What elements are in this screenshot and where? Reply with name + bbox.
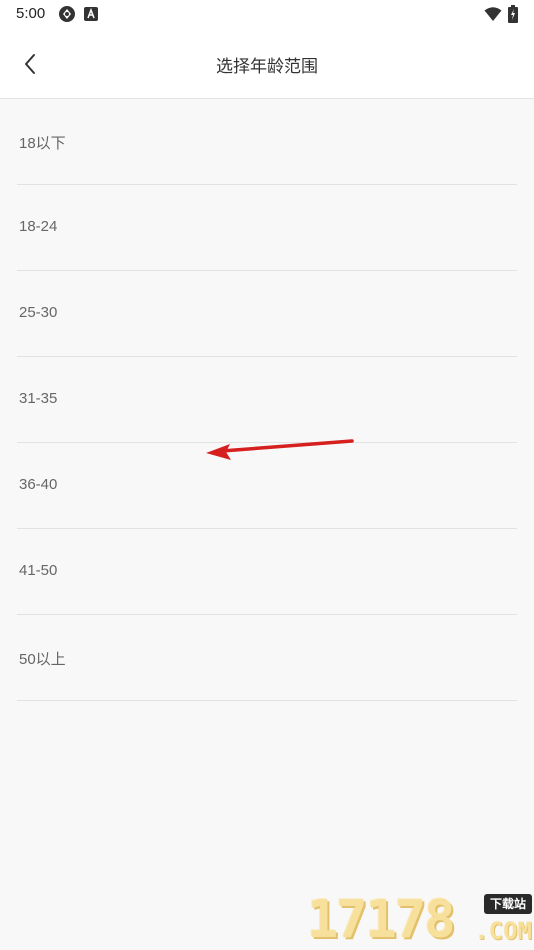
header-bar: 选择年龄范围 [0, 30, 534, 99]
status-system-icons [484, 5, 518, 28]
battery-icon [508, 5, 518, 28]
age-range-option[interactable]: 25-30 [17, 271, 517, 357]
age-range-option[interactable]: 41-50 [17, 529, 517, 615]
age-range-label: 25-30 [19, 304, 58, 321]
age-range-option[interactable]: 31-35 [17, 357, 517, 443]
watermark-digits: 17178 [307, 890, 456, 950]
age-range-label: 18以下 [19, 135, 66, 152]
watermark-logo: 17178 下载站 .COM [307, 892, 532, 948]
status-bar: 5:00 [0, 0, 534, 30]
app-notification-icon [84, 7, 98, 26]
age-range-label: 18-24 [19, 218, 58, 235]
wifi-icon [484, 6, 502, 27]
sync-icon [58, 5, 76, 28]
annotation-arrow-icon [206, 439, 354, 460]
age-range-label: 36-40 [19, 476, 58, 493]
age-range-label: 41-50 [19, 562, 58, 579]
watermark-suffix: .COM [474, 917, 532, 945]
age-range-option[interactable]: 18以下 [17, 99, 517, 185]
age-range-list: 18以下 18-24 25-30 31-35 36-40 41-50 50以上 [0, 99, 534, 701]
age-range-option[interactable]: 18-24 [17, 185, 517, 271]
age-range-option[interactable]: 50以上 [17, 615, 517, 701]
page-title: 选择年龄范围 [216, 57, 318, 76]
age-range-label: 31-35 [19, 390, 58, 407]
status-notification-icons [58, 5, 98, 28]
status-time: 5:00 [16, 5, 46, 22]
age-range-label: 50以上 [19, 651, 66, 668]
watermark-badge: 下载站 [483, 894, 532, 914]
